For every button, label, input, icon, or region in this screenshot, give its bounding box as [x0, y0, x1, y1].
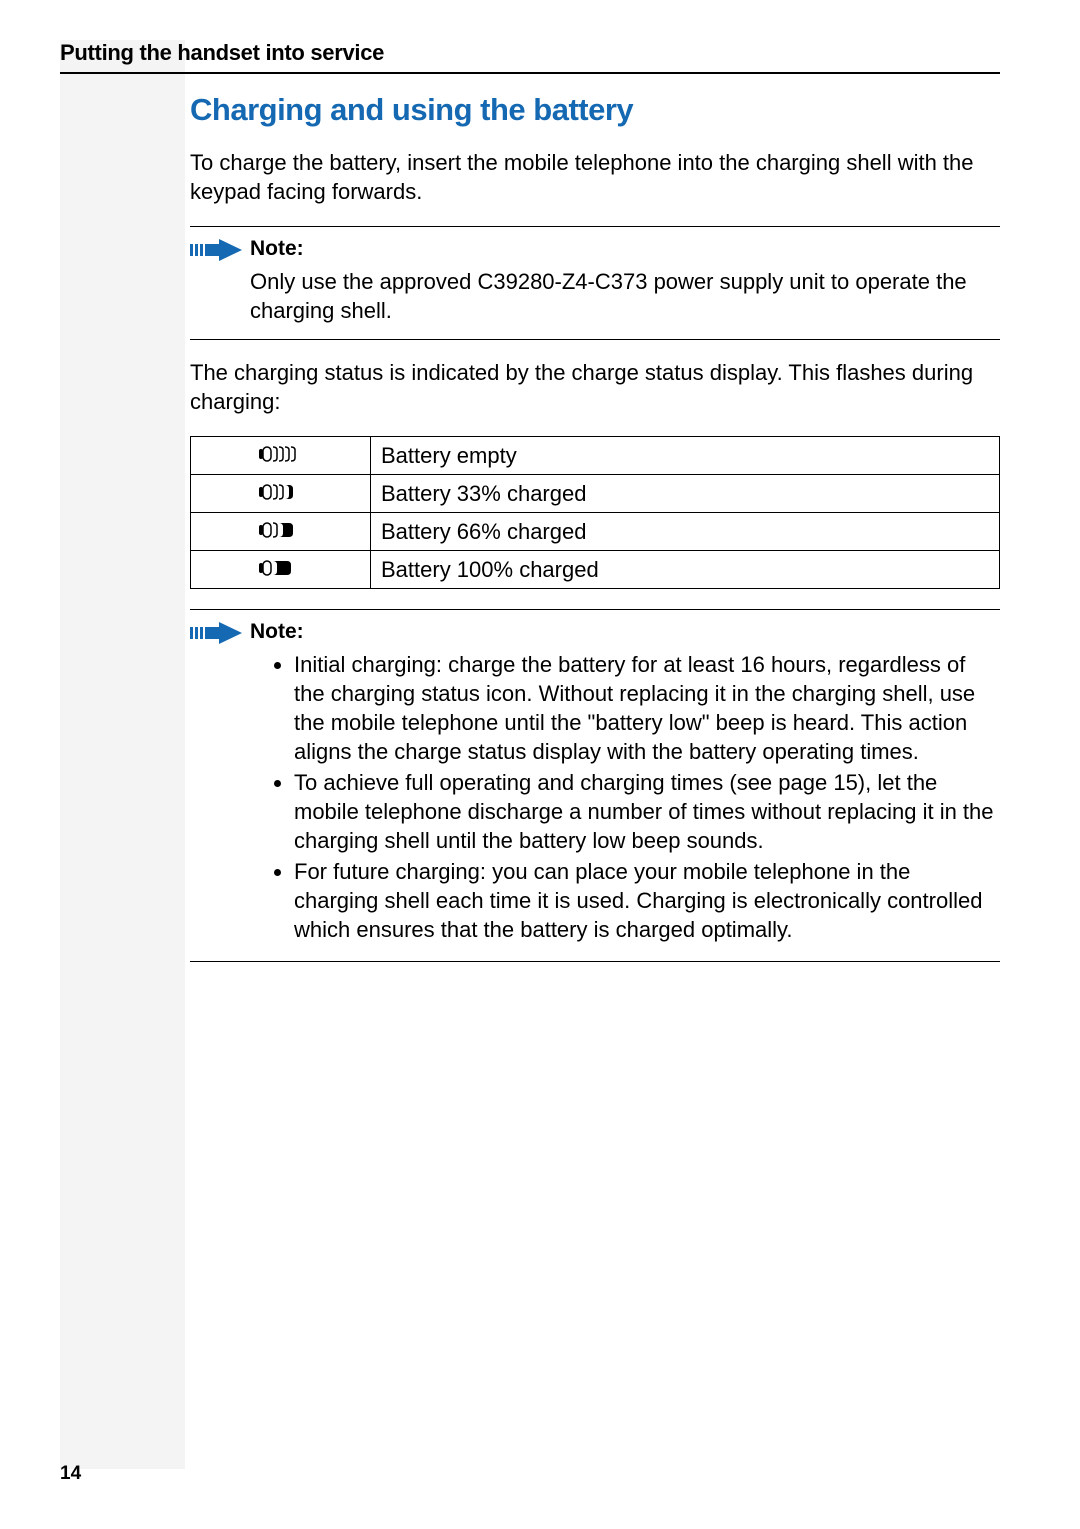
note-bullet: To achieve full operating and charging t…: [294, 768, 1000, 855]
note-text: Only use the approved C39280-Z4-C373 pow…: [250, 267, 1000, 325]
battery-100-icon: [191, 551, 371, 589]
side-margin-bar: [60, 40, 185, 1469]
section-heading: Charging and using the battery: [190, 92, 1000, 128]
note-bullet: Initial charging: charge the battery for…: [294, 650, 1000, 766]
note-label: Note:: [250, 237, 1000, 261]
page-content: Charging and using the battery To charge…: [190, 92, 1000, 962]
status-intro-paragraph: The charging status is indicated by the …: [190, 358, 1000, 416]
battery-status-label: Battery 66% charged: [371, 513, 1000, 551]
battery-empty-icon: [191, 437, 371, 475]
battery-status-label: Battery 100% charged: [371, 551, 1000, 589]
battery-33-icon: [191, 475, 371, 513]
battery-status-label: Battery 33% charged: [371, 475, 1000, 513]
note-block-2: Note: Initial charging: charge the batte…: [190, 609, 1000, 961]
page-header: Putting the handset into service: [60, 40, 1000, 74]
intro-paragraph: To charge the battery, insert the mobile…: [190, 148, 1000, 206]
document-page: Putting the handset into service Chargin…: [0, 0, 1080, 1529]
table-row: Battery empty: [191, 437, 1000, 475]
note-bullet-list: Initial charging: charge the battery for…: [250, 650, 1000, 944]
battery-66-icon: [191, 513, 371, 551]
running-head: Putting the handset into service: [60, 40, 1000, 66]
battery-status-label: Battery empty: [371, 437, 1000, 475]
page-number: 14: [60, 1463, 81, 1485]
note-label: Note:: [250, 620, 1000, 644]
battery-status-table: Battery empty Battery 33% charged: [190, 436, 1000, 589]
header-rule: [60, 72, 1000, 74]
note-arrow-icon: [190, 620, 250, 649]
note-block-1: Note: Only use the approved C39280-Z4-C3…: [190, 226, 1000, 340]
note-arrow-icon: [190, 237, 250, 266]
table-row: Battery 100% charged: [191, 551, 1000, 589]
note-bullet: For future charging: you can place your …: [294, 857, 1000, 944]
table-row: Battery 66% charged: [191, 513, 1000, 551]
table-row: Battery 33% charged: [191, 475, 1000, 513]
